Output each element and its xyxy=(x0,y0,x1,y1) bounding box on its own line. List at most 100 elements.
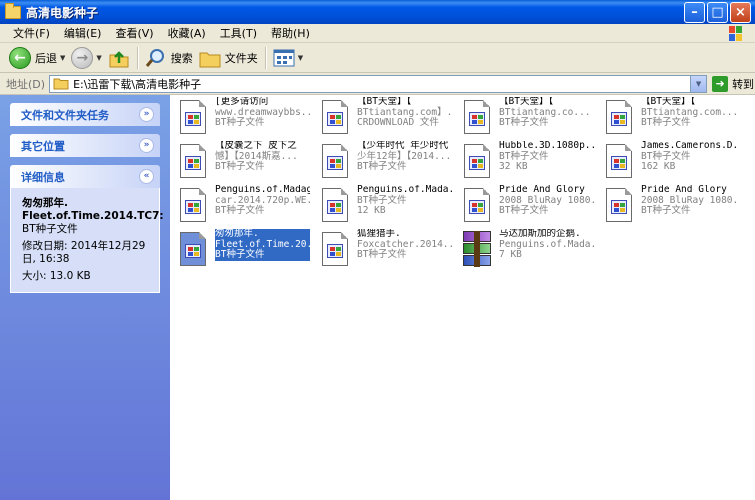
file-item[interactable]: 狐狸猎手.Foxcatcher.2014....BT种子文件 xyxy=(320,229,458,273)
menu-help[interactable]: 帮助(H) xyxy=(264,25,317,41)
detail-modified-label: 修改日期: xyxy=(22,240,68,252)
detail-name-line2: Fleet.of.Time.2014.TC7: xyxy=(22,210,164,222)
file-item[interactable]: 【少年时代 年少时代 少年12年】【2014... BT种子文件 xyxy=(320,141,458,185)
folder-icon xyxy=(53,78,69,90)
menu-file[interactable]: 文件(F) xyxy=(6,25,57,41)
views-icon xyxy=(273,49,295,66)
file-item-line: Penguins.of.Madagas xyxy=(215,185,310,195)
file-item-line: 马达加斯加的企鹅. xyxy=(499,229,581,239)
details-body: 匆匆那年. Fleet.of.Time.2014.TC7: BT种子文件 修改日… xyxy=(10,188,164,293)
address-bar: 地址(D) E:\迅雷下载\高清电影种子 ▼ ➜ 转到 xyxy=(0,73,755,95)
torrent-file-icon xyxy=(462,142,492,180)
file-item-line: BT种子文件 xyxy=(215,249,310,261)
torrent-file-icon xyxy=(604,142,634,180)
file-item-line: 【BT天堂】【 xyxy=(499,97,554,107)
file-item[interactable]: 【BT天堂】【 BTtiantang.com... BT种子文件 xyxy=(604,97,742,141)
file-list: [更多请访问www.dreamwaybbs....BT种子文件【BT天堂】【BT… xyxy=(170,95,755,500)
windows-logo-icon xyxy=(729,26,742,41)
file-item[interactable]: Penguins.of.Madagascar.2014.720p.WE...BT… xyxy=(178,185,316,229)
task-pane: 文件和文件夹任务 » 其它位置 » 详细信息 « 匆匆那年. Fleet.of.… xyxy=(0,95,170,500)
menu-bar: 文件(F) 编辑(E) 查看(V) 收藏(A) 工具(T) 帮助(H) xyxy=(0,24,755,43)
detail-type: BT种子文件 xyxy=(22,223,78,235)
toolbar-separator xyxy=(136,46,138,69)
search-button[interactable]: 搜索 xyxy=(142,45,196,71)
file-item-line: 【皮囊之下 皮下之 xyxy=(215,141,297,151)
file-item-line: Hubble.3D.1080p.... xyxy=(499,141,594,151)
folders-button[interactable]: 文件夹 xyxy=(196,45,261,71)
torrent-file-icon xyxy=(178,142,208,180)
torrent-file-icon xyxy=(320,142,350,180)
file-tasks-header[interactable]: 文件和文件夹任务 » xyxy=(10,103,160,126)
file-item-line: BT种子文件 xyxy=(641,117,691,128)
torrent-file-icon xyxy=(178,98,208,136)
menu-edit[interactable]: 编辑(E) xyxy=(57,25,109,41)
menu-favorites[interactable]: 收藏(A) xyxy=(161,25,213,41)
torrent-file-icon xyxy=(604,98,634,136)
maximize-button[interactable]: □ xyxy=(707,2,728,23)
file-item[interactable]: 匆匆那年.Fleet.of.Time.20...BT种子文件 xyxy=(178,229,316,273)
torrent-file-icon xyxy=(604,186,634,224)
file-item-line: 7 KB xyxy=(499,249,522,260)
torrent-file-icon xyxy=(178,230,208,268)
torrent-file-icon xyxy=(320,98,350,136)
title-bar: 高清电影种子 – □ × xyxy=(0,0,755,24)
toolbar: ← 后退 ▼ → ▼ 搜索 文件夹 ▼ xyxy=(0,43,755,73)
file-item-line: CRDOWNLOAD 文件 xyxy=(357,117,439,128)
file-item[interactable]: 【BT天堂】【BTtiantang.com】...CRDOWNLOAD 文件 xyxy=(320,97,458,141)
back-button[interactable]: ← 后退 ▼ xyxy=(6,45,68,71)
other-places-header[interactable]: 其它位置 » xyxy=(10,134,160,157)
up-folder-icon xyxy=(109,50,129,67)
address-dropdown-icon[interactable]: ▼ xyxy=(690,75,707,92)
torrent-file-icon xyxy=(178,186,208,224)
file-item[interactable]: James.Camerons.D...BT种子文件162 KB xyxy=(604,141,742,185)
rar-archive-icon xyxy=(462,230,492,268)
file-item[interactable]: Pride And Glory2008 BluRay 1080...BT种子文件 xyxy=(462,185,600,229)
chevron-down-icon[interactable]: ▼ xyxy=(60,54,65,62)
expand-chevron-icon[interactable]: » xyxy=(139,138,154,153)
file-item-line: BT种子文件 xyxy=(357,161,407,172)
file-item-line: BT种子文件 xyxy=(641,205,691,216)
go-button[interactable]: ➜ 转到 xyxy=(712,75,754,92)
file-item-line: 【BT天堂】【 xyxy=(357,97,412,107)
menu-tools[interactable]: 工具(T) xyxy=(213,25,264,41)
chevron-down-icon[interactable]: ▼ xyxy=(96,54,101,62)
minimize-button[interactable]: – xyxy=(684,2,705,23)
details-header[interactable]: 详细信息 « xyxy=(10,165,160,188)
go-arrow-icon: ➜ xyxy=(712,75,729,92)
views-button[interactable]: ▼ xyxy=(270,45,306,71)
expand-chevron-icon[interactable]: » xyxy=(139,107,154,122)
back-arrow-icon: ← xyxy=(9,46,31,69)
file-item[interactable]: 【皮囊之下 皮下之 憾】【2014斯嘉... BT种子文件 xyxy=(178,141,316,185)
file-item-line: Pride And Glory xyxy=(641,185,727,195)
file-item[interactable]: 马达加斯加的企鹅.Penguins.of.Mada...7 KB xyxy=(462,229,600,273)
file-item-line: BT种子文件 xyxy=(215,161,265,172)
file-item-line: BT种子文件 xyxy=(215,205,265,216)
chevron-down-icon[interactable]: ▼ xyxy=(298,54,303,62)
file-item[interactable]: [更多请访问www.dreamwaybbs....BT种子文件 xyxy=(178,97,316,141)
file-item[interactable]: Hubble.3D.1080p....BT种子文件32 KB xyxy=(462,141,600,185)
menu-view[interactable]: 查看(V) xyxy=(108,25,160,41)
folder-icon xyxy=(199,52,221,67)
collapse-chevron-icon[interactable]: « xyxy=(139,169,154,184)
file-tasks-panel: 文件和文件夹任务 » xyxy=(10,103,160,126)
detail-name-line1: 匆匆那年. xyxy=(22,197,68,209)
file-item-line: 32 KB xyxy=(499,161,528,172)
up-folder-button[interactable] xyxy=(105,45,133,71)
address-input[interactable]: E:\迅雷下载\高清电影种子 ▼ xyxy=(49,74,708,93)
close-button[interactable]: × xyxy=(730,2,751,23)
file-item[interactable]: Pride And Glory2008 BluRay 1080...BT种子文件 xyxy=(604,185,742,229)
file-item-line: James.Camerons.D... xyxy=(641,141,736,151)
folder-icon xyxy=(5,2,21,19)
file-item-line: Penguins.of.Mada... xyxy=(357,185,452,195)
file-item[interactable]: 【BT天堂】【 BTtiantang.co... BT种子文件 xyxy=(462,97,600,141)
forward-button[interactable]: → ▼ xyxy=(68,45,104,71)
file-item[interactable]: Penguins.of.Mada...BT种子文件12 KB xyxy=(320,185,458,229)
window-title: 高清电影种子 xyxy=(26,5,99,20)
search-icon xyxy=(145,48,164,67)
file-item-line: 【少年时代 年少时代 xyxy=(357,141,449,151)
toolbar-separator xyxy=(264,46,266,69)
detail-size: 大小: 13.0 KB xyxy=(22,270,91,282)
torrent-file-icon xyxy=(320,230,350,268)
torrent-file-icon xyxy=(462,98,492,136)
torrent-file-icon xyxy=(320,186,350,224)
